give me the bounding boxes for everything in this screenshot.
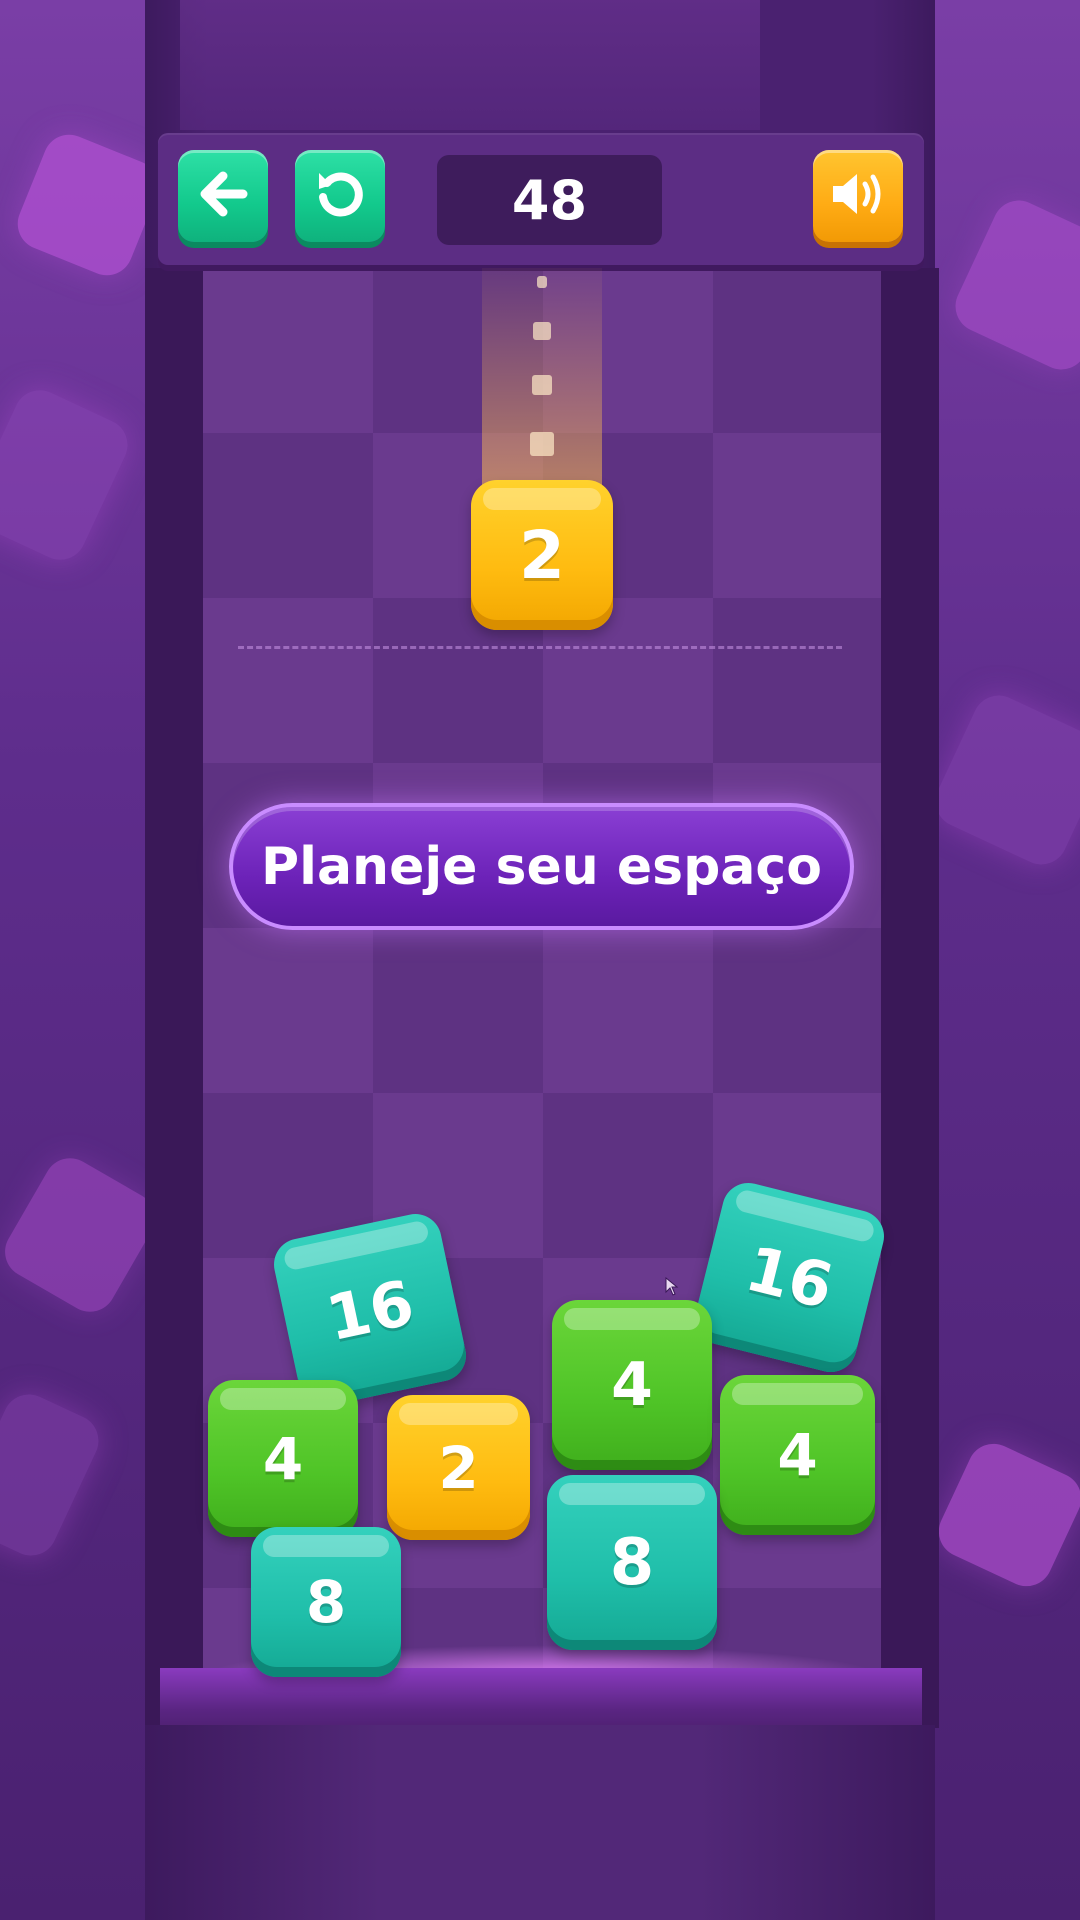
mouse-cursor-icon — [665, 1276, 679, 1301]
tile-value: 16 — [738, 1231, 841, 1324]
hint-banner: Planeje seu espaço — [229, 803, 854, 930]
tile-value: 2 — [438, 1433, 479, 1502]
danger-line — [238, 646, 842, 649]
tile: 2 — [387, 1395, 530, 1540]
tile: 4 — [720, 1375, 875, 1535]
back-button[interactable] — [178, 150, 268, 242]
score-display: 48 — [437, 155, 662, 245]
restart-icon — [313, 167, 367, 225]
sound-button[interactable] — [813, 150, 903, 242]
tile-value: 4 — [611, 1350, 653, 1420]
speaker-volume-icon — [829, 169, 887, 223]
hint-text: Planeje seu espaço — [261, 836, 822, 897]
tile-value: 2 — [519, 516, 565, 594]
current-drop-tile[interactable]: 2 — [471, 480, 613, 630]
tile-value: 8 — [609, 1525, 655, 1600]
arrow-left-icon — [197, 170, 249, 222]
drop-guide — [482, 268, 602, 488]
tile-value: 8 — [305, 1568, 347, 1636]
tile: 8 — [547, 1475, 717, 1650]
restart-button[interactable] — [295, 150, 385, 242]
tile-value: 16 — [320, 1265, 420, 1355]
board-left-wall — [145, 268, 203, 1728]
left-side-wall — [0, 0, 145, 1920]
tile: 4 — [552, 1300, 712, 1470]
column-base — [145, 1725, 935, 1920]
board-right-wall — [881, 268, 939, 1728]
column-top-glow — [180, 0, 760, 130]
tile-value: 4 — [262, 1424, 304, 1493]
tile: 8 — [251, 1527, 401, 1677]
tile-value: 4 — [777, 1421, 818, 1489]
tile: 4 — [208, 1380, 358, 1537]
